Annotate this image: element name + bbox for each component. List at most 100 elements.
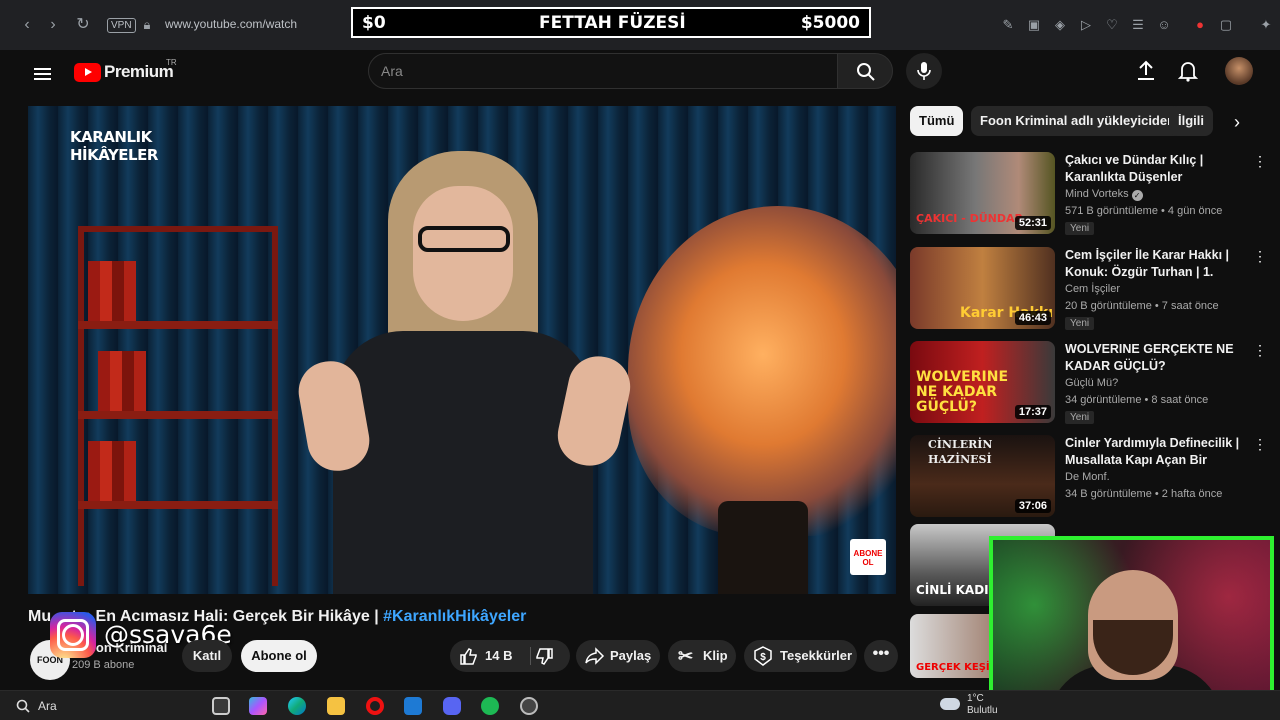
ai-icon[interactable]: ✦	[1258, 17, 1274, 33]
shield-icon[interactable]: ◈	[1052, 17, 1068, 33]
list-item[interactable]: CİNLERİN HAZİNESİ 37:06 Cinler Yardımıyl…	[910, 435, 1267, 520]
forward-icon[interactable]: ›	[42, 14, 64, 36]
video-thumbnail[interactable]: Karar Hakkı 46:43	[910, 247, 1055, 329]
obs-icon[interactable]	[520, 697, 538, 715]
thumbs-up-icon[interactable]	[459, 646, 479, 666]
goal-title: FETTAH FÜZESİ	[539, 13, 686, 33]
thumbs-down-icon[interactable]	[534, 647, 554, 667]
more-dots-icon: •••	[872, 645, 890, 662]
thumbnail-text: CİNLERİN HAZİNESİ	[928, 438, 993, 466]
discord-icon[interactable]	[443, 697, 461, 715]
reload-icon[interactable]: ↻	[72, 14, 94, 36]
mail-icon[interactable]	[404, 697, 422, 715]
temperature: 1°C	[967, 693, 984, 704]
microphone-icon	[917, 62, 931, 80]
chip-related[interactable]: İlgili	[1169, 106, 1213, 136]
share-icon	[585, 647, 605, 665]
subscribe-button[interactable]: Abone ol	[241, 640, 317, 672]
task-view-icon[interactable]	[212, 697, 230, 715]
hashtag-link[interactable]: #KaranlıkHikâyeler	[383, 608, 526, 625]
video-thumbnail[interactable]: ÇAKICI - DÜNDAR 52:31	[910, 152, 1055, 234]
video-title[interactable]: Çakıcı ve Dündar Kılıç | Karanlıkta Düşe…	[1065, 152, 1245, 186]
thumbnail-text: ÇAKICI - DÜNDAR	[916, 212, 1023, 225]
more-vertical-icon[interactable]: ⋮	[1253, 343, 1267, 357]
taskbar-search[interactable]: Ara	[38, 699, 57, 713]
list-item[interactable]: WOLVERINE NE KADAR GÜÇLÜ? 17:37 WOLVERIN…	[910, 341, 1267, 426]
search-button[interactable]	[837, 53, 893, 89]
video-duration: 52:31	[1014, 216, 1051, 230]
channel-name[interactable]: Cem İşçiler	[1065, 283, 1120, 295]
list-icon[interactable]: ☰	[1130, 17, 1146, 33]
edge-icon[interactable]	[288, 697, 306, 715]
chip-all[interactable]: Tümü	[910, 106, 964, 136]
notifications-bell-icon[interactable]	[1178, 60, 1198, 82]
vpn-badge[interactable]: VPN	[107, 18, 136, 33]
stream-goal-banner: $0 FETTAH FÜZESİ $5000	[351, 7, 871, 38]
more-actions-button[interactable]: •••	[864, 640, 898, 672]
play-icon[interactable]: ▷	[1078, 17, 1094, 33]
share-button[interactable]: Paylaş	[576, 640, 660, 672]
books-image	[98, 351, 146, 411]
channel-name[interactable]: Mind Vorteks ✓	[1065, 188, 1143, 201]
brand-label[interactable]: Premium	[104, 62, 174, 82]
menu-icon[interactable]	[34, 65, 51, 83]
search-input[interactable]	[381, 63, 821, 79]
video-duration: 17:37	[1014, 405, 1051, 419]
weather-widget[interactable]: 1°C Bulutlu	[967, 693, 998, 717]
edit-icon[interactable]: ✎	[1000, 17, 1016, 33]
copilot-icon[interactable]	[249, 697, 267, 715]
weather-condition: Bulutlu	[967, 705, 998, 716]
profile-icon[interactable]: ☺	[1156, 17, 1172, 33]
shelf-board	[78, 501, 278, 509]
account-avatar[interactable]	[1225, 57, 1253, 85]
video-player[interactable]: KARANLIK HİKÂYELER ABONE OL	[28, 106, 896, 594]
brand-region: TR	[166, 58, 177, 67]
chevron-right-icon[interactable]: ›	[1234, 112, 1240, 133]
like-dislike-group: 14 B	[450, 640, 570, 672]
extension-red-icon[interactable]: ●	[1192, 17, 1208, 33]
opera-icon[interactable]	[366, 697, 384, 715]
spotify-icon[interactable]	[481, 697, 499, 715]
voice-search-button[interactable]	[906, 53, 942, 89]
windows-taskbar	[0, 690, 1280, 720]
presenter-image	[283, 151, 643, 594]
video-title[interactable]: WOLVERINE GERÇEKTE NE KADAR GÜÇLÜ?	[1065, 341, 1245, 375]
like-count[interactable]: 14 B	[485, 640, 512, 672]
more-vertical-icon[interactable]: ⋮	[1253, 154, 1267, 168]
camera-icon[interactable]: ▣	[1026, 17, 1042, 33]
more-vertical-icon[interactable]: ⋮	[1253, 437, 1267, 451]
vase-image	[718, 501, 808, 594]
list-item[interactable]: ÇAKICI - DÜNDAR 52:31 Çakıcı ve Dündar K…	[910, 152, 1267, 237]
back-icon[interactable]: ‹	[16, 14, 38, 36]
more-vertical-icon[interactable]: ⋮	[1253, 249, 1267, 263]
video-thumbnail[interactable]: WOLVERINE NE KADAR GÜÇLÜ? 17:37	[910, 341, 1055, 423]
join-button[interactable]: Katıl	[182, 640, 232, 672]
shelf-board	[78, 321, 278, 329]
thumbnail-text: GERÇEK KEŞİF	[916, 662, 997, 673]
new-badge: Yeni	[1065, 317, 1095, 330]
search-box[interactable]	[368, 53, 838, 89]
search-icon	[857, 63, 875, 81]
super-thanks-icon: $	[754, 646, 772, 666]
channel-name[interactable]: Güçlü Mü?	[1065, 377, 1118, 389]
heart-icon[interactable]: ♡	[1104, 17, 1120, 33]
video-thumbnail[interactable]: CİNLERİN HAZİNESİ 37:06	[910, 435, 1055, 517]
video-title[interactable]: Cinler Yardımıyla Definecilik | Musallat…	[1065, 435, 1245, 469]
channel-name[interactable]: De Monf.	[1065, 471, 1110, 483]
youtube-logo-icon[interactable]	[74, 63, 101, 82]
goal-current: $0	[362, 13, 386, 33]
list-item[interactable]: Karar Hakkı 46:43 Cem İşçiler İle Karar …	[910, 247, 1267, 332]
address-bar[interactable]: www.youtube.com/watch	[165, 17, 297, 31]
cube-icon[interactable]: ▢	[1218, 17, 1234, 33]
video-title[interactable]: Cem İşçiler İle Karar Hakkı | Konuk: Özg…	[1065, 247, 1245, 281]
clip-button[interactable]: ✂ Klip	[668, 640, 736, 672]
thanks-button[interactable]: $ Teşekkürler	[744, 640, 857, 672]
lock-icon[interactable]: 🔒︎	[139, 17, 155, 33]
upload-icon[interactable]	[1136, 60, 1156, 82]
verified-icon: ✓	[1131, 190, 1143, 201]
search-icon[interactable]	[16, 699, 30, 713]
video-duration: 46:43	[1014, 311, 1051, 325]
subscribe-watermark[interactable]: ABONE OL	[850, 539, 886, 575]
chip-uploader[interactable]: Foon Kriminal adlı yükleyiciden	[971, 106, 1185, 136]
file-explorer-icon[interactable]	[327, 697, 345, 715]
